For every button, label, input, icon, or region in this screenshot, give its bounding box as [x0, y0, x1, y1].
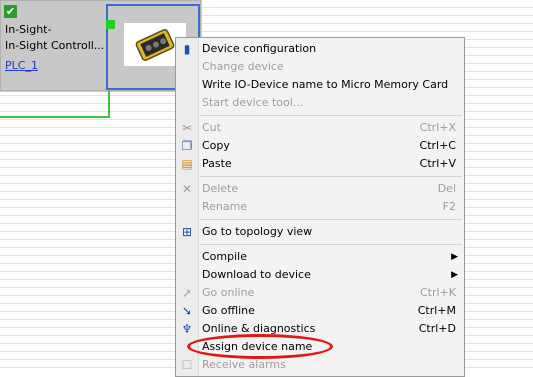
- menu-item-start-device-tool[interactable]: Start device tool...: [176, 94, 464, 112]
- connection-line: [108, 88, 110, 118]
- diagnostics-icon: ♆: [181, 322, 193, 336]
- delete-x-icon: ✕: [181, 182, 193, 196]
- checkmark-icon: ✔: [4, 5, 17, 18]
- menu-separator: [200, 176, 462, 177]
- menu-item-rename[interactable]: Rename F2: [176, 198, 464, 216]
- device-name: In-Sight-: [5, 23, 52, 36]
- menu-item-compile[interactable]: Compile ▶: [176, 248, 464, 266]
- menu-item-go-offline[interactable]: ➘ Go offline Ctrl+M: [176, 302, 464, 320]
- copy-icon: ❐: [181, 139, 193, 153]
- menu-item-go-online[interactable]: ➚ Go online Ctrl+K: [176, 284, 464, 302]
- port-connector[interactable]: [106, 20, 115, 29]
- device-config-icon: ▮: [183, 42, 191, 56]
- context-menu: ▮ Device configuration Change device Wri…: [175, 37, 465, 377]
- menu-item-change-device[interactable]: Change device: [176, 58, 464, 76]
- menu-item-copy[interactable]: ❐ Copy Ctrl+C: [176, 137, 464, 155]
- menu-item-write-io-device-name[interactable]: Write IO-Device name to Micro Memory Car…: [176, 76, 464, 94]
- menu-item-receive-alarms[interactable]: ☐ Receive alarms: [176, 356, 464, 374]
- menu-item-delete[interactable]: ✕ Delete Del: [176, 180, 464, 198]
- scissors-icon: ✂: [181, 121, 193, 135]
- menu-separator: [200, 115, 462, 116]
- submenu-arrow-icon: ▶: [451, 252, 458, 262]
- menu-item-cut[interactable]: ✂ Cut Ctrl+X: [176, 119, 464, 137]
- menu-item-paste[interactable]: ▤ Paste Ctrl+V: [176, 155, 464, 173]
- annotation-ellipse: [187, 334, 333, 359]
- grid-line: [0, 91, 175, 92]
- go-offline-icon: ➘: [181, 304, 193, 318]
- plc-link[interactable]: PLC_1: [5, 59, 38, 72]
- menu-separator: [200, 244, 462, 245]
- menu-item-download-to-device[interactable]: Download to device ▶: [176, 266, 464, 284]
- menu-separator: [200, 219, 462, 220]
- paste-icon: ▤: [181, 157, 193, 171]
- go-online-icon: ➚: [181, 286, 193, 300]
- topology-icon: ⊞: [181, 225, 193, 239]
- device-type: In-Sight Controll...: [5, 39, 105, 52]
- connection-line: [0, 116, 110, 118]
- menu-item-go-to-topology-view[interactable]: ⊞ Go to topology view: [176, 223, 464, 241]
- grid-line: [201, 0, 202, 37]
- submenu-arrow-icon: ▶: [451, 270, 458, 280]
- checkbox-icon: ☐: [181, 358, 193, 372]
- menu-item-device-configuration[interactable]: ▮ Device configuration: [176, 40, 464, 58]
